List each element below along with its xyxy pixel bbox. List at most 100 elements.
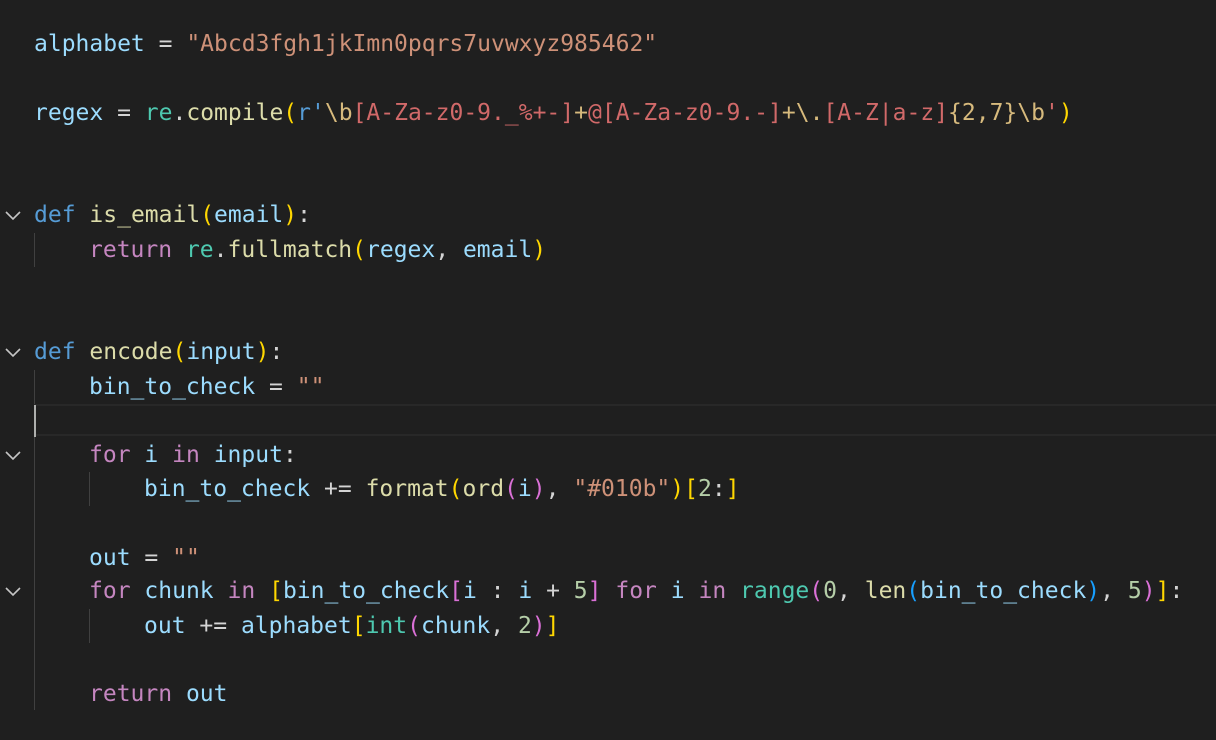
keyword-token: def bbox=[34, 339, 76, 365]
bracket-token: ] bbox=[725, 476, 740, 502]
fold-chevron-down-icon[interactable] bbox=[4, 198, 26, 232]
function-token: len bbox=[864, 578, 907, 604]
punctuation-token: , bbox=[1100, 578, 1128, 604]
code-line[interactable]: for chunk in [bin_to_check[i : i + 5] fo… bbox=[89, 574, 1183, 608]
parameter-token: email bbox=[214, 202, 284, 228]
variable-token: alphabet bbox=[240, 613, 352, 639]
bracket-token: ( bbox=[448, 476, 463, 502]
bracket-token: ) bbox=[1086, 578, 1101, 604]
keyword-token: return bbox=[89, 681, 173, 707]
regex-quantifier-token: {2,7} bbox=[948, 100, 1018, 126]
operator-token: += bbox=[310, 476, 366, 502]
punctuation-token: : bbox=[1169, 578, 1184, 604]
keyword-token: in bbox=[172, 442, 200, 468]
operator-token: = bbox=[130, 545, 173, 571]
variable-token: i bbox=[462, 578, 477, 604]
keyword-token: for bbox=[89, 442, 131, 468]
operator-token: : bbox=[476, 578, 519, 604]
number-token: 2 bbox=[517, 613, 532, 639]
fold-chevron-down-icon[interactable] bbox=[4, 335, 26, 369]
variable-token: chunk bbox=[420, 613, 491, 639]
string-token: "" bbox=[296, 374, 325, 400]
regex-escape-token: \b bbox=[324, 100, 353, 126]
number-token: 2 bbox=[698, 476, 712, 502]
function-token: fullmatch bbox=[227, 237, 353, 263]
indent-guide bbox=[89, 472, 90, 506]
bracket-token: ] bbox=[545, 613, 560, 639]
bracket-token: ) bbox=[670, 476, 685, 502]
punctuation-token: , bbox=[490, 613, 518, 639]
keyword-token: return bbox=[89, 237, 173, 263]
bracket-token: ) bbox=[1058, 100, 1073, 126]
variable-token: i bbox=[144, 442, 159, 468]
builtin-token: range bbox=[740, 578, 810, 604]
regex-class-token: [A-Z|a-z] bbox=[823, 100, 949, 126]
function-name-token: is_email bbox=[89, 202, 201, 228]
bracket-token: ( bbox=[809, 578, 824, 604]
operator-token: + bbox=[532, 578, 574, 604]
text-cursor bbox=[34, 405, 36, 437]
regex-escape-token: \b bbox=[1017, 100, 1045, 126]
builtin-token: int bbox=[365, 613, 408, 639]
indent-guide bbox=[89, 609, 90, 643]
code-editor[interactable]: alphabet = "Abcd3fgh1jkImn0pqrs7uvwxyz98… bbox=[0, 0, 1216, 740]
regex-class-token: [A-Za-z0-9._%+-] bbox=[352, 100, 575, 126]
punctuation-token: , bbox=[837, 578, 865, 604]
number-token: 5 bbox=[1127, 578, 1142, 604]
string-token: "#010b" bbox=[573, 476, 671, 502]
function-token: format bbox=[365, 476, 449, 502]
bracket-token: ( bbox=[906, 578, 921, 604]
code-line[interactable]: def encode(input): bbox=[34, 335, 283, 369]
code-line[interactable]: out += alphabet[int(chunk, 2)] bbox=[144, 609, 560, 643]
keyword-token: for bbox=[89, 578, 131, 604]
variable-token: regex bbox=[366, 237, 436, 263]
fold-chevron-down-icon[interactable] bbox=[4, 438, 26, 472]
regex-class-token: [A-Za-z0-9.-] bbox=[601, 100, 782, 126]
bracket-token: [ bbox=[684, 476, 698, 502]
bracket-token: ( bbox=[200, 202, 215, 228]
number-token: 5 bbox=[573, 578, 588, 604]
code-line[interactable]: for i in input: bbox=[89, 438, 297, 472]
operator-token: += bbox=[185, 613, 241, 639]
keyword-token: in bbox=[227, 578, 256, 604]
code-line[interactable]: bin_to_check = "" bbox=[89, 370, 324, 404]
variable-token: i bbox=[518, 578, 533, 604]
variable-token: regex bbox=[34, 100, 104, 126]
code-line[interactable]: return out bbox=[89, 677, 228, 711]
bracket-token: [ bbox=[351, 613, 366, 639]
code-line[interactable]: alphabet = "Abcd3fgh1jkImn0pqrs7uvwxyz98… bbox=[34, 27, 657, 61]
bracket-token: ) bbox=[283, 202, 298, 228]
code-line[interactable]: regex = re.compile(r'\b[A-Za-z0-9._%+-]+… bbox=[34, 96, 1073, 130]
punctuation-token: . bbox=[172, 100, 187, 126]
code-line[interactable]: def is_email(email): bbox=[34, 198, 311, 232]
code-line[interactable]: bin_to_check += format(ord(i), "#010b")[… bbox=[144, 472, 740, 506]
punctuation-token: : bbox=[269, 339, 284, 365]
regex-literal-token: @ bbox=[587, 100, 602, 126]
variable-token: bin_to_check bbox=[144, 476, 311, 502]
variable-token: out bbox=[144, 613, 186, 639]
punctuation-token: , bbox=[545, 476, 574, 502]
parameter-token: input bbox=[186, 339, 256, 365]
string-token: "" bbox=[172, 545, 200, 571]
bracket-token: ] bbox=[1155, 578, 1170, 604]
variable-token: bin_to_check bbox=[89, 374, 256, 400]
bracket-token: ) bbox=[255, 339, 270, 365]
operator-token: = bbox=[255, 374, 297, 400]
fold-chevron-down-icon[interactable] bbox=[4, 574, 26, 608]
variable-token: i bbox=[517, 476, 532, 502]
regex-quantifier-token: + bbox=[574, 100, 588, 126]
variable-token: email bbox=[462, 237, 533, 263]
bracket-token: ) bbox=[531, 613, 546, 639]
variable-token: bin_to_check bbox=[282, 578, 450, 604]
bracket-token: ) bbox=[531, 476, 546, 502]
punctuation-token: : bbox=[282, 442, 297, 468]
variable-token: out bbox=[89, 545, 131, 571]
module-token: re bbox=[144, 100, 173, 126]
bracket-token: ) bbox=[532, 237, 547, 263]
code-line[interactable]: return re.fullmatch(regex, email) bbox=[89, 233, 546, 267]
punctuation-token: . bbox=[213, 237, 228, 263]
code-line[interactable]: out = "" bbox=[89, 541, 200, 575]
indent-guide bbox=[34, 233, 35, 267]
